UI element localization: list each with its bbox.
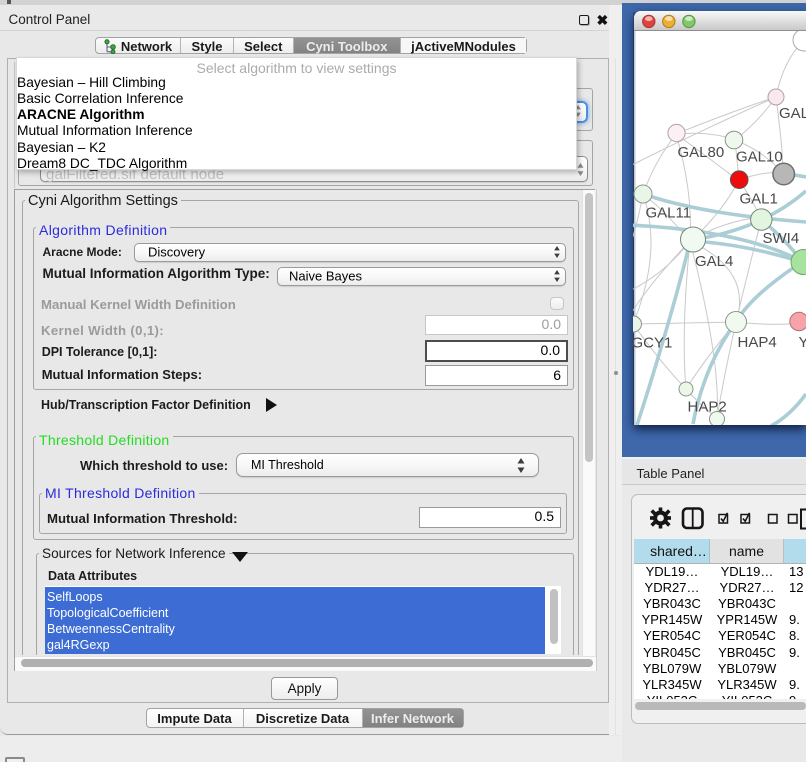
svg-text:HAP2: HAP2	[688, 399, 727, 416]
svg-text:GCY1: GCY1	[633, 335, 672, 352]
svg-text:GAL80: GAL80	[678, 144, 725, 161]
svg-text:HAP4: HAP4	[738, 334, 777, 351]
svg-text:GAL: GAL	[779, 105, 806, 122]
svg-text:GAL4: GAL4	[695, 253, 733, 270]
svg-text:GAL11: GAL11	[646, 205, 692, 222]
svg-text:Y: Y	[799, 334, 806, 351]
svg-text:SWI4: SWI4	[763, 230, 800, 247]
svg-text:GAL10: GAL10	[736, 149, 783, 166]
svg-text:GAL1: GAL1	[740, 191, 778, 208]
